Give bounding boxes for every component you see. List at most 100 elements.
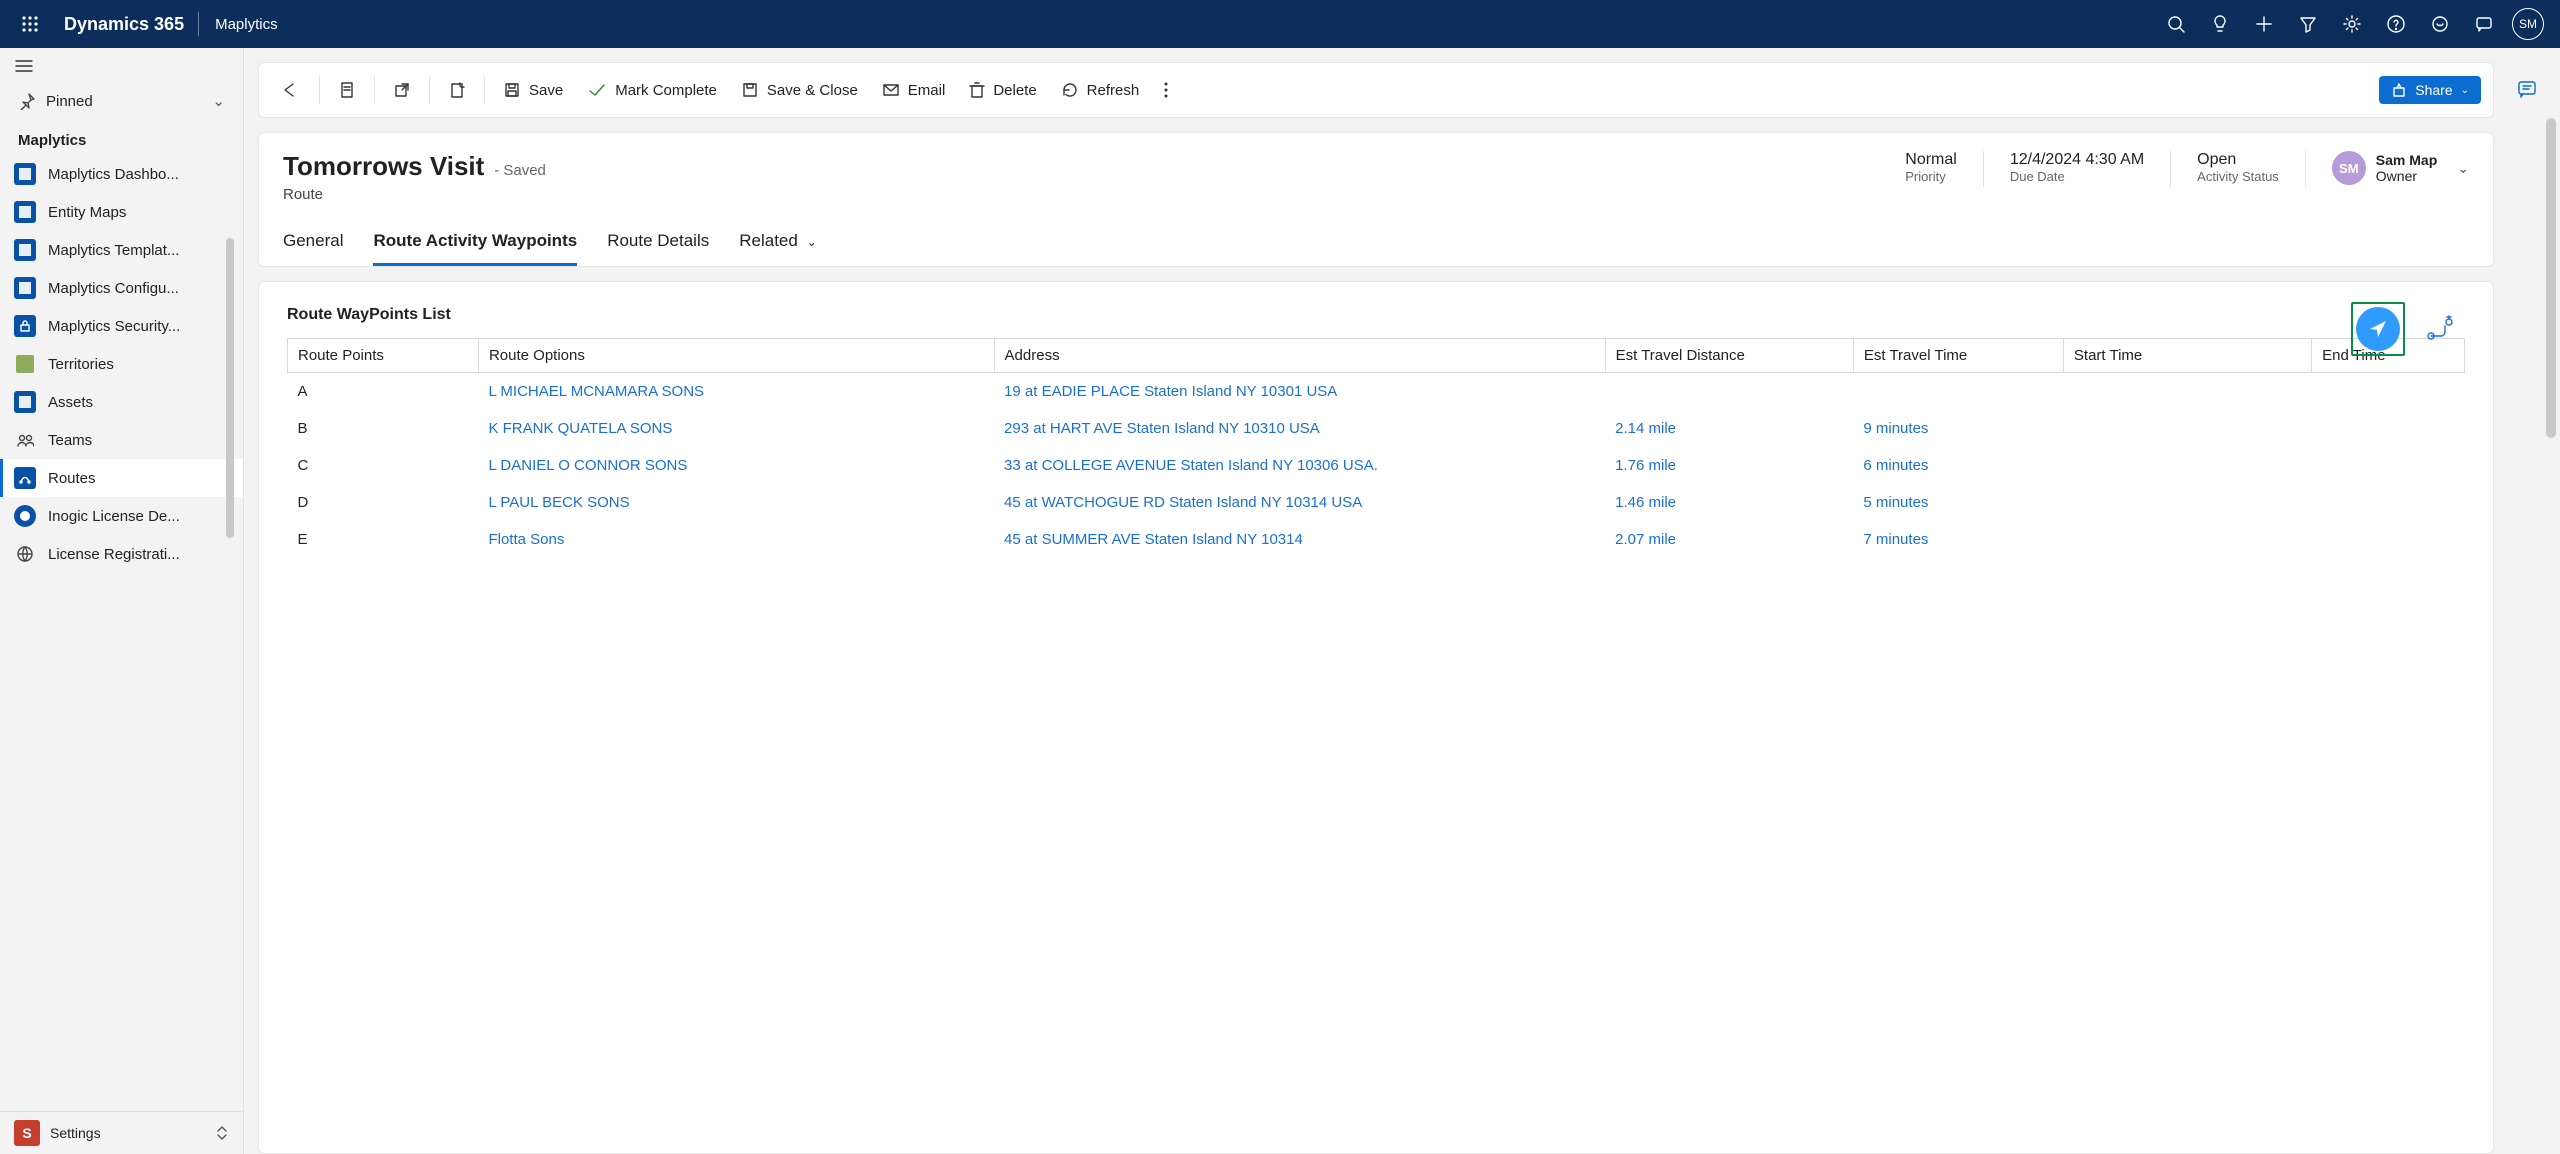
chevron-down-icon[interactable]: ⌄: [2457, 160, 2469, 177]
cell-option[interactable]: L MICHAEL MCNAMARA SONS: [478, 373, 994, 411]
due-value: 12/4/2024 4:30 AM: [2010, 151, 2144, 169]
help-icon[interactable]: [2374, 0, 2418, 48]
cell-point: E: [288, 521, 479, 558]
overflow-button[interactable]: [1153, 75, 1179, 105]
priority-field[interactable]: Normal Priority: [1905, 151, 1957, 184]
cell-option[interactable]: K FRANK QUATELA SONS: [478, 410, 994, 447]
save-close-button[interactable]: Save & Close: [731, 75, 868, 105]
col-route-options[interactable]: Route Options: [478, 339, 994, 373]
tab-related[interactable]: Related ⌄: [739, 225, 816, 266]
cell-option[interactable]: L DANIEL O CONNOR SONS: [478, 447, 994, 484]
sidebar-item-teams[interactable]: Teams: [0, 421, 243, 459]
tab-details[interactable]: Route Details: [607, 225, 709, 266]
sidebar-item-license-details[interactable]: Inogic License De...: [0, 497, 243, 535]
complete-label: Mark Complete: [615, 82, 717, 99]
cell-distance[interactable]: 1.76 mile: [1605, 447, 1853, 484]
global-header: Dynamics 365 Maplytics SM: [0, 0, 2560, 48]
col-distance[interactable]: Est Travel Distance: [1605, 339, 1853, 373]
cell-distance[interactable]: 2.14 mile: [1605, 410, 1853, 447]
table-row[interactable]: CL DANIEL O CONNOR SONS33 at COLLEGE AVE…: [288, 447, 2465, 484]
cell-address[interactable]: 45 at WATCHOGUE RD Staten Island NY 1031…: [994, 484, 1605, 521]
sidebar-item-assets[interactable]: Assets: [0, 383, 243, 421]
col-address[interactable]: Address: [994, 339, 1605, 373]
due-date-field[interactable]: 12/4/2024 4:30 AM Due Date: [2010, 151, 2144, 184]
sidebar-item-label: Assets: [48, 394, 93, 411]
activity-label: Activity Status: [2197, 169, 2279, 184]
sidebar-item-routes[interactable]: Routes: [0, 459, 243, 497]
cell-time[interactable]: 7 minutes: [1853, 521, 2063, 558]
right-rail: [2504, 62, 2550, 1154]
cell-start: [2063, 410, 2311, 447]
area-label: Settings: [50, 1125, 101, 1141]
cell-end: [2312, 373, 2465, 411]
lightbulb-icon[interactable]: [2198, 0, 2242, 48]
col-time[interactable]: Est Travel Time: [1853, 339, 2063, 373]
sidebar-item-security[interactable]: Maplytics Security...: [0, 307, 243, 345]
table-row[interactable]: BK FRANK QUATELA SONS293 at HART AVE Sta…: [288, 410, 2465, 447]
cell-option[interactable]: Flotta Sons: [478, 521, 994, 558]
waypoints-table: Route Points Route Options Address Est T…: [287, 338, 2465, 558]
sidebar-item-territories[interactable]: Territories: [0, 345, 243, 383]
sidebar-item-config[interactable]: Maplytics Configu...: [0, 269, 243, 307]
sidebar-scrollbar[interactable]: [226, 238, 234, 538]
user-avatar[interactable]: SM: [2506, 0, 2550, 48]
mark-complete-button[interactable]: Mark Complete: [577, 76, 727, 105]
share-button[interactable]: Share⌄: [2379, 76, 2481, 104]
sidebar-item-license-reg[interactable]: License Registrati...: [0, 535, 243, 573]
cell-distance[interactable]: [1605, 373, 1853, 411]
product-name[interactable]: Dynamics 365: [50, 14, 198, 35]
cell-time[interactable]: [1853, 373, 2063, 411]
cell-point: D: [288, 484, 479, 521]
email-button[interactable]: Email: [872, 76, 956, 105]
tab-waypoints[interactable]: Route Activity Waypoints: [373, 225, 577, 266]
col-start[interactable]: Start Time: [2063, 339, 2311, 373]
sidebar-item-entity-maps[interactable]: Entity Maps: [0, 193, 243, 231]
open-record-set-button[interactable]: [328, 75, 366, 105]
cell-address[interactable]: 19 at EADIE PLACE Staten Island NY 10301…: [994, 373, 1605, 411]
sidebar-item-templates[interactable]: Maplytics Templat...: [0, 231, 243, 269]
delete-button[interactable]: Delete: [959, 75, 1046, 105]
route-icon[interactable]: [2423, 314, 2457, 344]
sidebar-item-dashboard[interactable]: Maplytics Dashbo...: [0, 155, 243, 193]
content-scrollbar[interactable]: [2546, 118, 2556, 438]
cell-distance[interactable]: 1.46 mile: [1605, 484, 1853, 521]
sidebar-item-label: Maplytics Configu...: [48, 280, 179, 297]
app-launcher-button[interactable]: [10, 15, 50, 33]
sidebar-toggle[interactable]: [0, 48, 243, 84]
popout-button[interactable]: [383, 75, 421, 105]
col-route-points[interactable]: Route Points: [288, 339, 479, 373]
area-switcher[interactable]: S Settings: [0, 1111, 243, 1154]
table-row[interactable]: EFlotta Sons45 at SUMMER AVE Staten Isla…: [288, 521, 2465, 558]
owner-field[interactable]: SM Sam Map Owner ⌄: [2332, 151, 2469, 185]
table-row[interactable]: DL PAUL BECK SONS45 at WATCHOGUE RD Stat…: [288, 484, 2465, 521]
filter-icon[interactable]: [2286, 0, 2330, 48]
refresh-button[interactable]: Refresh: [1051, 75, 1150, 105]
back-button[interactable]: [271, 76, 311, 104]
chat-icon[interactable]: [2462, 0, 2506, 48]
app-name[interactable]: Maplytics: [199, 16, 294, 33]
assistant-icon[interactable]: [2418, 0, 2462, 48]
tab-general[interactable]: General: [283, 225, 343, 266]
table-row[interactable]: AL MICHAEL MCNAMARA SONS19 at EADIE PLAC…: [288, 373, 2465, 411]
cell-time[interactable]: 6 minutes: [1853, 447, 2063, 484]
chevron-down-icon: ⌄: [212, 92, 225, 110]
gear-icon[interactable]: [2330, 0, 2374, 48]
pinned-section[interactable]: Pinned ⌄: [0, 84, 243, 118]
add-icon[interactable]: [2242, 0, 2286, 48]
cell-address[interactable]: 293 at HART AVE Staten Island NY 10310 U…: [994, 410, 1605, 447]
cell-start: [2063, 484, 2311, 521]
navigate-button[interactable]: [2356, 307, 2400, 351]
cell-address[interactable]: 45 at SUMMER AVE Staten Island NY 10314: [994, 521, 1605, 558]
cell-time[interactable]: 9 minutes: [1853, 410, 2063, 447]
activity-status-field[interactable]: Open Activity Status: [2197, 151, 2279, 184]
cell-distance[interactable]: 2.07 mile: [1605, 521, 1853, 558]
note-button[interactable]: [438, 75, 476, 105]
cell-option[interactable]: L PAUL BECK SONS: [478, 484, 994, 521]
copilot-icon[interactable]: [2509, 70, 2545, 106]
save-button[interactable]: Save: [493, 75, 573, 105]
sidebar-item-label: Maplytics Security...: [48, 318, 180, 335]
sidebar-item-label: Entity Maps: [48, 204, 126, 221]
cell-address[interactable]: 33 at COLLEGE AVENUE Staten Island NY 10…: [994, 447, 1605, 484]
cell-time[interactable]: 5 minutes: [1853, 484, 2063, 521]
search-icon[interactable]: [2154, 0, 2198, 48]
